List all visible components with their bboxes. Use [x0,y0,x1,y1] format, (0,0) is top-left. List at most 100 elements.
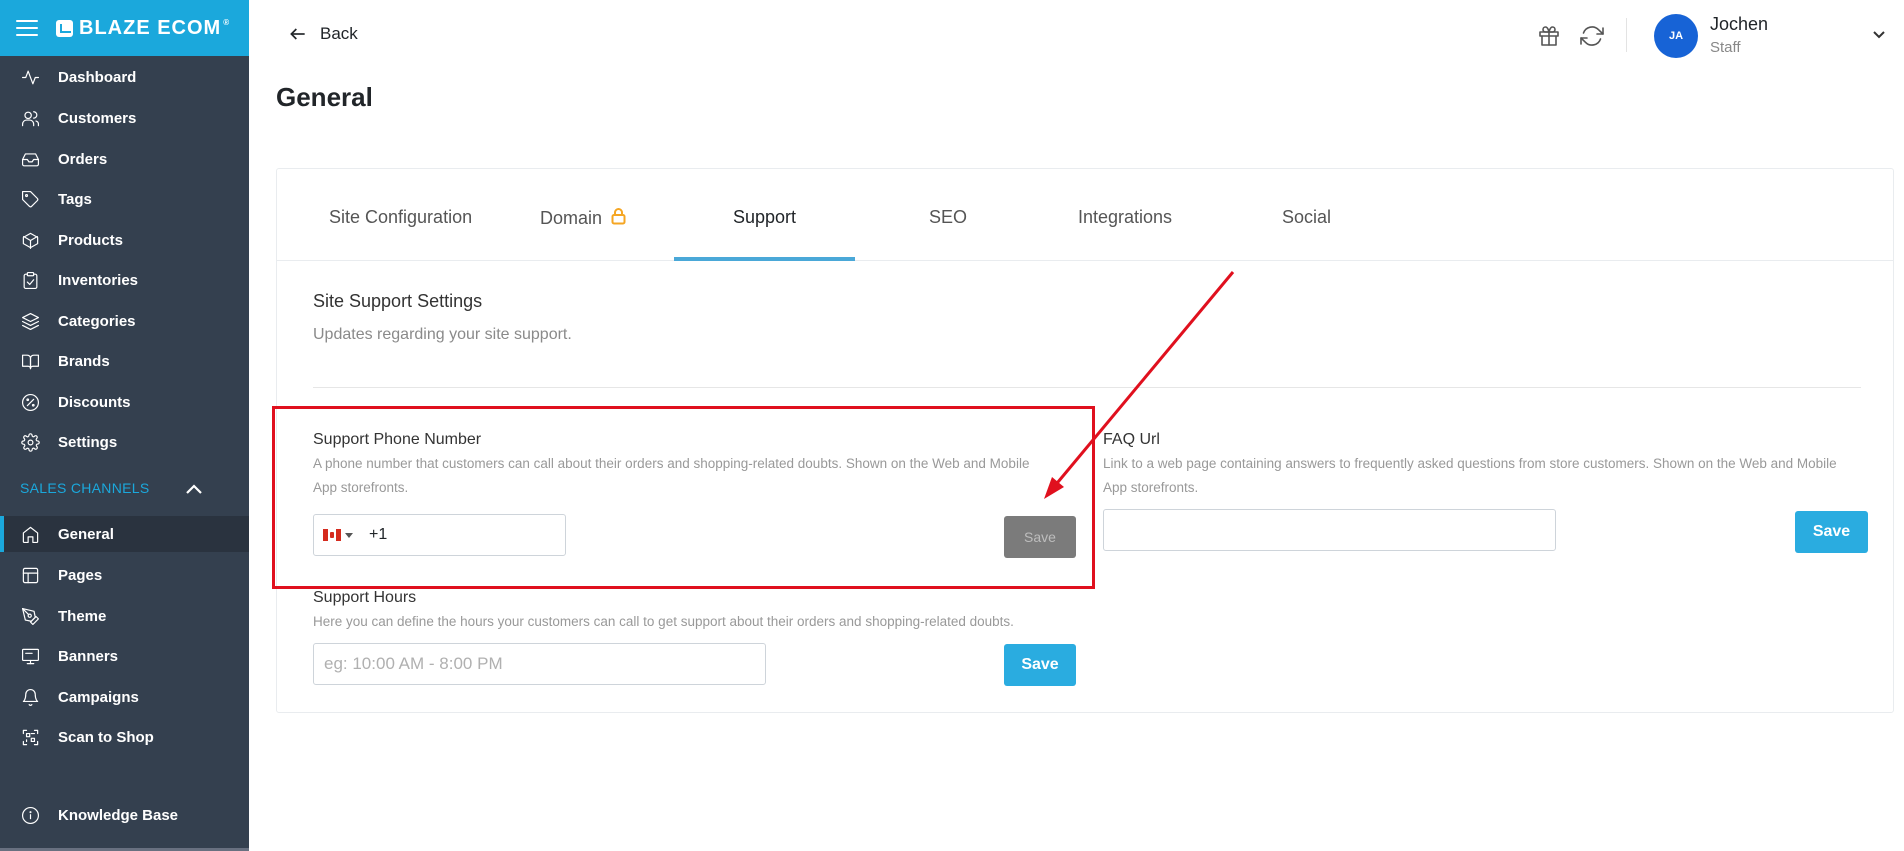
section-description: Updates regarding your site support. [313,326,572,343]
faq-save-button[interactable]: Save [1795,511,1868,553]
sidebar-item-label: Pages [58,566,103,584]
sidebar-item-label: Discounts [58,393,131,411]
sidebar-item-label: Dashboard [58,68,137,86]
inbox-icon [20,149,40,169]
faq-url-input[interactable] [1103,509,1556,551]
sidebar-item-settings[interactable]: Settings [0,424,249,460]
sidebar-item-label: Scan to Shop [58,728,154,746]
sidebar-item-general[interactable]: General [0,516,249,552]
section-divider [313,387,1861,388]
box-icon [20,230,40,250]
faq-help: Link to a web page containing answers to… [1103,452,1873,500]
sidebar-item-label: Orders [58,150,108,168]
chevron-down-icon[interactable] [1872,28,1886,42]
back-label: Back [320,24,358,43]
user-name[interactable]: Jochen [1710,14,1768,35]
bell-icon [20,687,40,707]
tab-support[interactable]: Support [733,207,796,228]
chart-logo-icon [56,19,73,37]
annotation-highlight-box [272,406,1095,589]
layout-icon [20,565,40,585]
tab-social[interactable]: Social [1282,207,1331,228]
percent-icon [20,392,40,412]
sidebar-item-tags[interactable]: Tags [0,181,249,217]
sidebar-item-label: Banners [58,647,119,665]
faq-help-line: App storefronts. [1103,480,1199,495]
sidebar-item-dashboard[interactable]: Dashboard [0,59,249,95]
sidebar-item-pages[interactable]: Pages [0,557,249,593]
sidebar-item-theme[interactable]: Theme [0,598,249,634]
sales-channels-label: SALES CHANNELS [20,480,150,496]
sidebar-item-label: Settings [58,433,118,451]
sidebar-item-label: Categories [58,312,136,330]
sidebar-item-orders[interactable]: Orders [0,141,249,177]
users-icon [20,108,40,128]
sidebar: BLAZE ECOM ® Dashboard Customers Orders T… [0,0,249,851]
qr-scan-icon [20,727,40,747]
sidebar-item-label: Inventories [58,271,139,289]
chevron-up-icon[interactable] [184,480,204,498]
brand-mark: ® [223,17,231,27]
hours-help: Here you can define the hours your custo… [313,614,1014,629]
sidebar-item-discounts[interactable]: Discounts [0,384,249,420]
arrow-left-icon [290,28,305,40]
lock-icon [602,207,627,230]
sidebar-item-label: Brands [58,352,110,370]
brand-logo[interactable]: BLAZE ECOM ® [56,17,230,40]
sidebar-item-categories[interactable]: Categories [0,303,249,339]
gear-icon [20,432,40,452]
sidebar-item-campaigns[interactable]: Campaigns [0,679,249,715]
tab-integrations[interactable]: Integrations [1078,207,1172,228]
menu-icon[interactable] [16,20,38,36]
tag-icon [20,189,40,209]
sidebar-item-inventories[interactable]: Inventories [0,262,249,298]
tab-label: Social [1282,207,1332,227]
tab-domain[interactable]: Domain [540,207,627,230]
back-button[interactable]: Back [288,24,358,44]
sidebar-item-label: Products [58,231,124,249]
clipboard-icon [20,270,40,290]
page-title: General [276,82,373,112]
sidebar-item-brands[interactable]: Brands [0,343,249,379]
sidebar-item-label: Tags [58,190,92,208]
layers-icon [20,311,40,331]
sidebar-item-products[interactable]: Products [0,222,249,258]
info-icon [20,805,40,825]
hours-label: Support Hours [313,589,417,606]
support-hours-input[interactable] [313,643,766,685]
hours-save-button[interactable]: Save [1004,644,1076,686]
tab-seo[interactable]: SEO [929,207,967,228]
sidebar-item-label: General [58,525,114,543]
sidebar-item-customers[interactable]: Customers [0,100,249,136]
sidebar-item-label: Campaigns [58,688,139,706]
sidebar-item-label: Knowledge Base [58,806,179,824]
faq-label: FAQ Url [1103,431,1160,448]
avatar[interactable]: JA [1654,14,1698,58]
activity-icon [20,67,40,87]
sidebar-header: BLAZE ECOM ® [0,0,249,56]
sidebar-item-label: Customers [58,109,137,127]
section-title: Site Support Settings [313,291,483,311]
active-tab-indicator [674,257,855,261]
faq-help-line: Link to a web page containing answers to… [1103,456,1837,471]
sidebar-item-scan-to-shop[interactable]: Scan to Shop [0,719,249,755]
tab-label: Site Configuration [329,207,473,227]
brand-name: BLAZE ECOM [79,16,222,39]
tab-label: SEO [929,207,968,227]
tab-label: Support [733,207,797,227]
tab-label: Integrations [1078,207,1173,227]
refresh-icon[interactable] [1580,24,1604,48]
sidebar-item-banners[interactable]: Banners [0,638,249,674]
sidebar-item-knowledge-base[interactable]: Knowledge Base [0,797,249,833]
home-icon [20,524,40,544]
sidebar-item-label: Theme [58,607,107,625]
pen-tool-icon [20,606,40,626]
tab-bar: Site Configuration Domain Support SEO In… [277,169,1893,261]
header-divider [1626,18,1627,52]
gift-icon[interactable] [1537,24,1561,48]
monitor-icon [20,646,40,666]
book-icon [20,351,40,371]
tab-label: Domain [540,208,603,228]
tab-site-configuration[interactable]: Site Configuration [329,207,472,228]
user-role: Staff [1710,39,1741,56]
